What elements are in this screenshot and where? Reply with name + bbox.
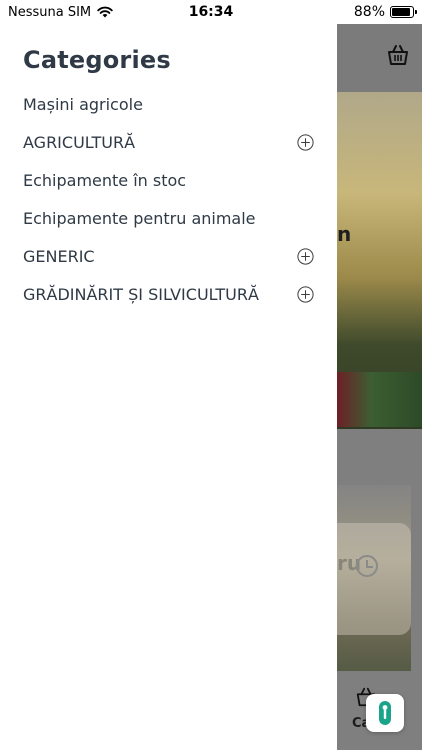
background-card-overlay <box>337 523 411 635</box>
plus-circle-icon[interactable] <box>297 134 314 151</box>
banner-machine-band <box>337 372 422 427</box>
category-item[interactable]: GENERIC <box>0 237 337 275</box>
category-label: GRĂDINĂRIT ȘI SILVICULTURĂ <box>23 284 259 304</box>
category-label: AGRICULTURĂ <box>23 132 136 152</box>
background-banner[interactable]: n <box>337 92 422 429</box>
category-item[interactable]: GRĂDINĂRIT ȘI SILVICULTURĂ <box>0 275 337 313</box>
category-label: Echipamente în stoc <box>23 170 187 190</box>
category-item[interactable]: Echipamente pentru animale <box>0 199 337 237</box>
categories-drawer: Categories Mașini agricole AGRICULTURĂ E… <box>0 24 337 750</box>
carrier-label: Nessuna SIM <box>8 4 92 20</box>
screen: Nessuna SIM 16:34 88% n ru Ca Categories… <box>0 0 422 750</box>
battery-icon <box>390 6 417 18</box>
clock-icon <box>356 555 378 577</box>
plus-circle-icon[interactable] <box>297 248 314 265</box>
category-label: GENERIC <box>23 246 95 266</box>
wifi-icon <box>97 6 113 18</box>
battery-percent: 88% <box>353 4 385 20</box>
status-left: Nessuna SIM <box>8 5 113 20</box>
cart-icon[interactable] <box>386 44 410 66</box>
category-item[interactable]: AGRICULTURĂ <box>0 123 337 161</box>
category-item[interactable]: Echipamente în stoc <box>0 161 337 199</box>
password-manager-button[interactable] <box>366 694 404 732</box>
drawer-title: Categories <box>23 46 171 74</box>
banner-partial-text: n <box>337 222 352 246</box>
plus-circle-icon[interactable] <box>297 286 314 303</box>
status-bar: Nessuna SIM 16:34 88% <box>0 0 422 24</box>
battery-fill <box>392 8 410 16</box>
category-label: Echipamente pentru animale <box>23 208 256 228</box>
status-right: 88% <box>353 4 417 20</box>
category-label: Mașini agricole <box>23 94 143 114</box>
category-item[interactable]: Mașini agricole <box>0 85 337 123</box>
key-icon <box>379 701 391 725</box>
category-list: Mașini agricole AGRICULTURĂ Echipamente … <box>0 85 337 313</box>
